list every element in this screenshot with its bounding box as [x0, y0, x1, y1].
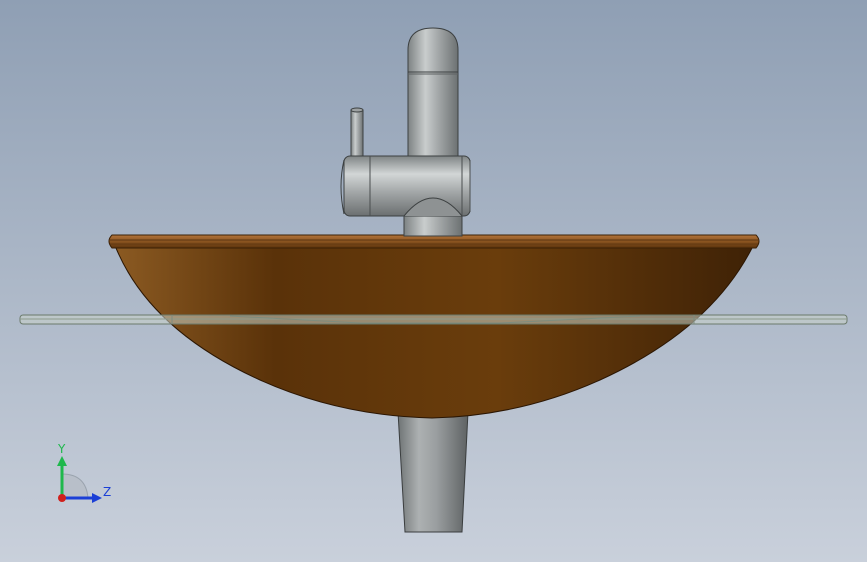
sink-model-scene[interactable]: [0, 0, 867, 562]
triad-y-label: Y: [57, 442, 66, 456]
triad-y-arrow: [57, 456, 67, 466]
triad-x-axis: [58, 494, 66, 502]
orientation-triad: Y Z: [57, 442, 111, 503]
graphics-viewport[interactable]: Y Z: [0, 0, 867, 562]
triad-quadrant: [61, 473, 89, 499]
faucet-body: [340, 155, 471, 217]
triad-z-label: Z: [103, 485, 111, 499]
pedestal: [397, 411, 469, 533]
faucet-lever: [350, 107, 364, 157]
triad-z-arrow: [92, 493, 102, 503]
faucet-column: [407, 27, 459, 163]
glass-shelf: [19, 314, 848, 325]
basin-rim: [108, 234, 760, 249]
